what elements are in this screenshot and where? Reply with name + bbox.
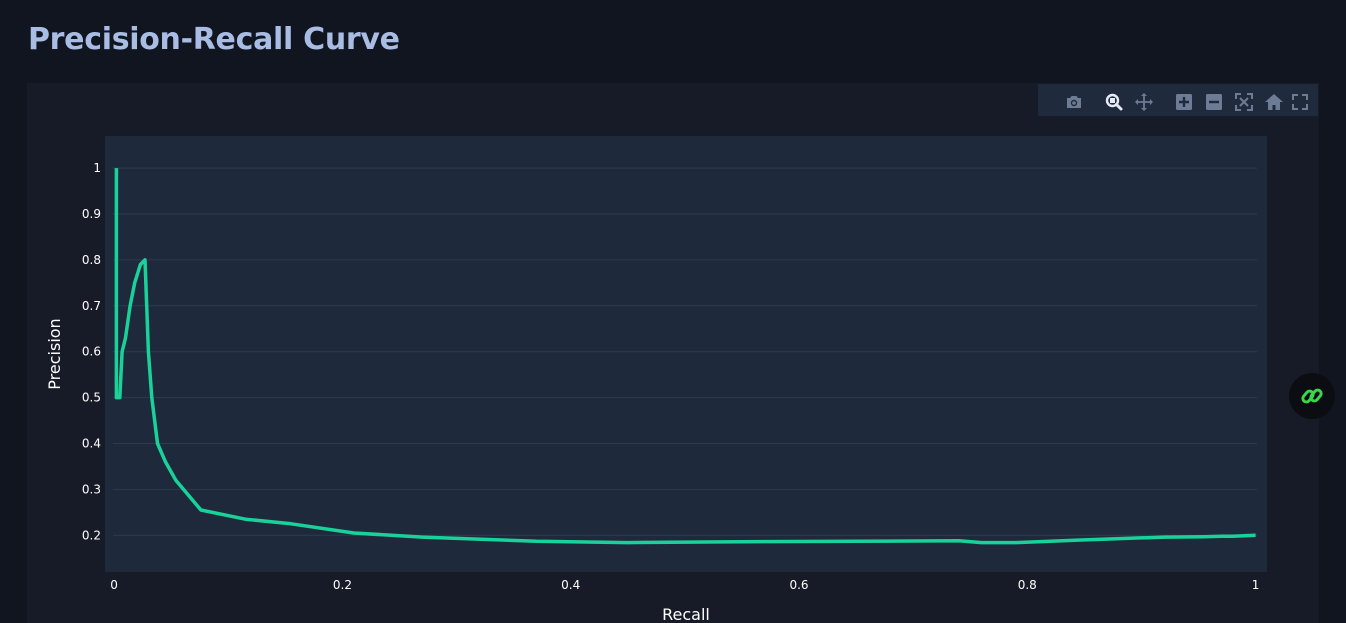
x-tick-label: 0.6	[789, 578, 808, 592]
x-tick-label: 0.2	[333, 578, 352, 592]
y-tick-label: 0.4	[82, 436, 101, 450]
x-tick-label: 0	[110, 578, 118, 592]
page-title: Precision-Recall Curve	[28, 22, 400, 57]
x-tick-label: 0.4	[561, 578, 580, 592]
x-axis-label: Recall	[662, 605, 710, 623]
chart-card: 0 0.2 0.4 0.6 0.8 1 0.2 0.3 0.4 0.5 0.6 0.7 0.8 0.9 1…	[27, 83, 1319, 623]
y-tick-label: 0.7	[82, 299, 101, 313]
y-axis-label: Precision	[45, 318, 64, 389]
y-tick-labels: 0.2 0.3 0.4 0.5 0.6 0.7 0.8 0.9 1	[82, 161, 101, 542]
y-tick-label: 0.2	[82, 528, 101, 542]
link-icon	[1301, 388, 1323, 404]
y-tick-label: 0.5	[82, 391, 101, 405]
plot-area	[105, 136, 1267, 572]
x-tick-label: 1	[1252, 578, 1260, 592]
y-tick-label: 0.8	[82, 253, 101, 267]
link-button[interactable]	[1289, 373, 1335, 419]
pr-curve-chart[interactable]: 0 0.2 0.4 0.6 0.8 1 0.2 0.3 0.4 0.5 0.6 0.7 0.8 0.9 1…	[27, 83, 1319, 623]
y-tick-label: 0.9	[82, 207, 101, 221]
y-tick-label: 1	[93, 161, 101, 175]
x-tick-label: 0.8	[1018, 578, 1037, 592]
y-tick-label: 0.3	[82, 482, 101, 496]
x-tick-labels: 0 0.2 0.4 0.6 0.8 1	[110, 578, 1259, 592]
y-tick-label: 0.6	[82, 345, 101, 359]
